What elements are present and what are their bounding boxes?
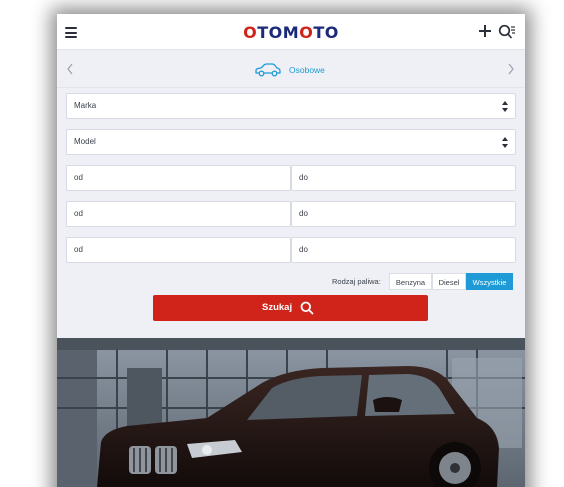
range-to-placeholder: do	[299, 173, 308, 182]
mobile-screen: OTOMOTO Osobowe Marka Model od do od do …	[57, 14, 525, 487]
hamburger-icon[interactable]	[65, 27, 77, 38]
search-button[interactable]: Szukaj	[153, 295, 428, 321]
range-from-input[interactable]: od	[66, 237, 291, 263]
range-to-placeholder: do	[299, 245, 308, 254]
search-button-label: Szukaj	[262, 302, 293, 313]
plus-icon[interactable]	[478, 24, 492, 38]
category-switcher: Osobowe	[57, 50, 525, 88]
range-to-input[interactable]: do	[291, 201, 516, 227]
range-from-placeholder: od	[74, 245, 83, 254]
make-select[interactable]: Marka	[66, 93, 516, 119]
car-icon	[255, 63, 281, 77]
fuel-option-petrol[interactable]: Benzyna	[389, 273, 432, 290]
search-icon	[300, 301, 314, 315]
otomoto-logo[interactable]: OTOMOTO	[243, 23, 339, 43]
logo-text: OTOMOTO	[243, 23, 339, 42]
category-label[interactable]: Osobowe	[289, 65, 325, 75]
model-select[interactable]: Model	[66, 129, 516, 155]
app-header: OTOMOTO	[57, 14, 525, 50]
range-to-placeholder: do	[299, 209, 308, 218]
make-select-value: Marka	[74, 101, 97, 110]
search-filter-icon[interactable]	[498, 24, 516, 40]
range-from-placeholder: od	[74, 173, 83, 182]
fuel-option-diesel[interactable]: Diesel	[432, 273, 466, 290]
featured-car-photo[interactable]	[57, 338, 525, 487]
range-from-input[interactable]: od	[66, 201, 291, 227]
model-select-value: Model	[74, 137, 96, 146]
car-photo-illustration	[57, 338, 525, 487]
select-arrows-icon	[502, 101, 508, 112]
chevron-right-icon[interactable]	[506, 62, 516, 76]
range-from-input[interactable]: od	[66, 165, 291, 191]
select-arrows-icon	[502, 137, 508, 148]
range-to-input[interactable]: do	[291, 165, 516, 191]
fuel-option-all[interactable]: Wszystkie	[466, 273, 513, 290]
range-to-input[interactable]: do	[291, 237, 516, 263]
chevron-left-icon[interactable]	[65, 62, 75, 76]
fuel-type-label: Rodzaj paliwa:	[332, 277, 381, 286]
range-from-placeholder: od	[74, 209, 83, 218]
